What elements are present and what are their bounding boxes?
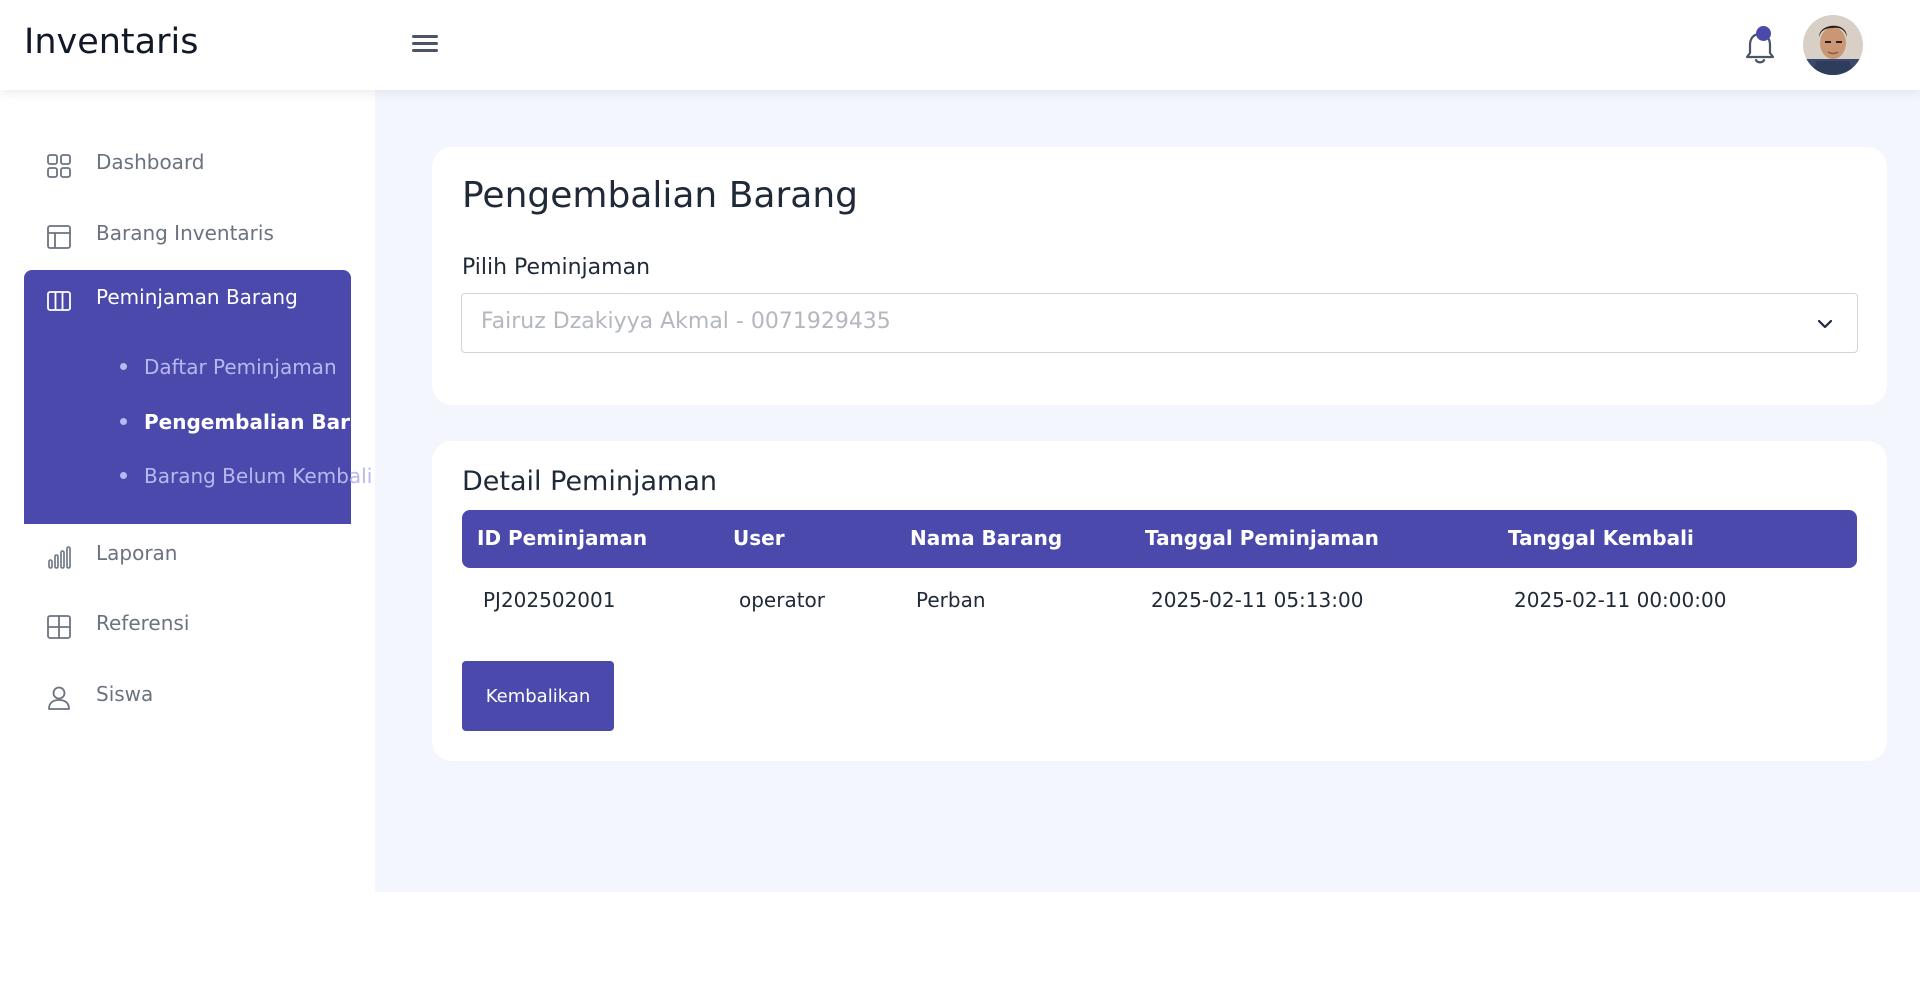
submenu-item-daftar-peminjaman[interactable]: Daftar Peminjaman — [120, 355, 337, 379]
sidebar-item-peminjaman-barang[interactable]: Peminjaman Barang — [24, 270, 351, 328]
bar-chart-icon — [48, 546, 71, 569]
columns-icon — [47, 291, 71, 311]
column-header: Tanggal Kembali — [1508, 526, 1694, 550]
notification-badge — [1756, 26, 1771, 41]
peminjaman-select[interactable]: Fairuz Dzakiyya Akmal - 0071929435 — [461, 293, 1858, 353]
select-label: Pilih Peminjaman — [462, 255, 651, 280]
table-row: PJ202502001 operator Perban 2025-02-11 0… — [462, 568, 1857, 632]
sidebar: Dashboard Barang Inventaris Peminjaman B… — [0, 90, 392, 892]
sidebar-group-peminjaman: Peminjaman Barang Daftar Peminjaman Peng… — [24, 270, 392, 524]
table-icon — [47, 615, 71, 639]
return-form-card: Pengembalian Barang Pilih Peminjaman Fai… — [432, 147, 1887, 405]
sidebar-item-label: Laporan — [96, 541, 178, 565]
user-avatar[interactable] — [1803, 15, 1863, 75]
submenu-item-barang-belum-kembali[interactable]: Barang Belum Kembali — [120, 464, 372, 488]
app-title[interactable]: Inventaris — [24, 22, 198, 62]
table-cell: operator — [739, 588, 826, 612]
chevron-down-icon — [1817, 319, 1833, 329]
user-icon — [48, 686, 70, 710]
sidebar-item-label: Dashboard — [96, 150, 205, 174]
bullet-icon — [120, 418, 127, 425]
submenu-label: Daftar Peminjaman — [144, 355, 337, 379]
top-navbar: Inventaris — [0, 0, 1920, 90]
sidebar-item-label: Peminjaman Barang — [96, 285, 298, 309]
submenu-item-pengembalian-barang[interactable]: Pengembalian Barang — [120, 410, 392, 434]
table-cell: Perban — [916, 588, 986, 612]
detail-title: Detail Peminjaman — [462, 466, 717, 497]
sidebar-item-label: Siswa — [96, 682, 154, 706]
column-header: ID Peminjaman — [477, 526, 648, 550]
hamburger-icon[interactable] — [410, 32, 440, 58]
sidebar-item-label: Referensi — [96, 611, 190, 635]
column-header: Nama Barang — [910, 526, 1063, 550]
layout-icon — [47, 225, 71, 249]
kembalikan-button[interactable]: Kembalikan — [462, 661, 614, 731]
page-title: Pengembalian Barang — [462, 175, 858, 216]
sidebar-item-laporan[interactable]: Laporan — [24, 526, 351, 584]
table-cell: 2025-02-11 05:13:00 — [1151, 588, 1364, 612]
main-content: Pengembalian Barang Pilih Peminjaman Fai… — [375, 90, 1920, 892]
sidebar-item-referensi[interactable]: Referensi — [24, 596, 351, 654]
bullet-icon — [120, 363, 127, 370]
submenu-label: Pengembalian Barang — [144, 410, 393, 434]
table-cell: 2025-02-11 00:00:00 — [1514, 588, 1727, 612]
select-value: Fairuz Dzakiyya Akmal - 0071929435 — [481, 309, 891, 334]
sidebar-item-barang-inventaris[interactable]: Barang Inventaris — [24, 206, 351, 264]
detail-card: Detail Peminjaman ID Peminjaman User Nam… — [432, 441, 1887, 761]
table-cell: PJ202502001 — [483, 588, 616, 612]
column-header: User — [733, 526, 785, 550]
column-header: Tanggal Peminjaman — [1145, 526, 1379, 550]
grid-icon — [47, 154, 71, 178]
sidebar-item-dashboard[interactable]: Dashboard — [24, 135, 351, 193]
sidebar-item-siswa[interactable]: Siswa — [24, 667, 351, 725]
table-header: ID Peminjaman User Nama Barang Tanggal P… — [462, 510, 1857, 568]
submenu-label: Barang Belum Kembali — [144, 464, 373, 488]
sidebar-item-label: Barang Inventaris — [96, 221, 274, 245]
bullet-icon — [120, 472, 127, 479]
